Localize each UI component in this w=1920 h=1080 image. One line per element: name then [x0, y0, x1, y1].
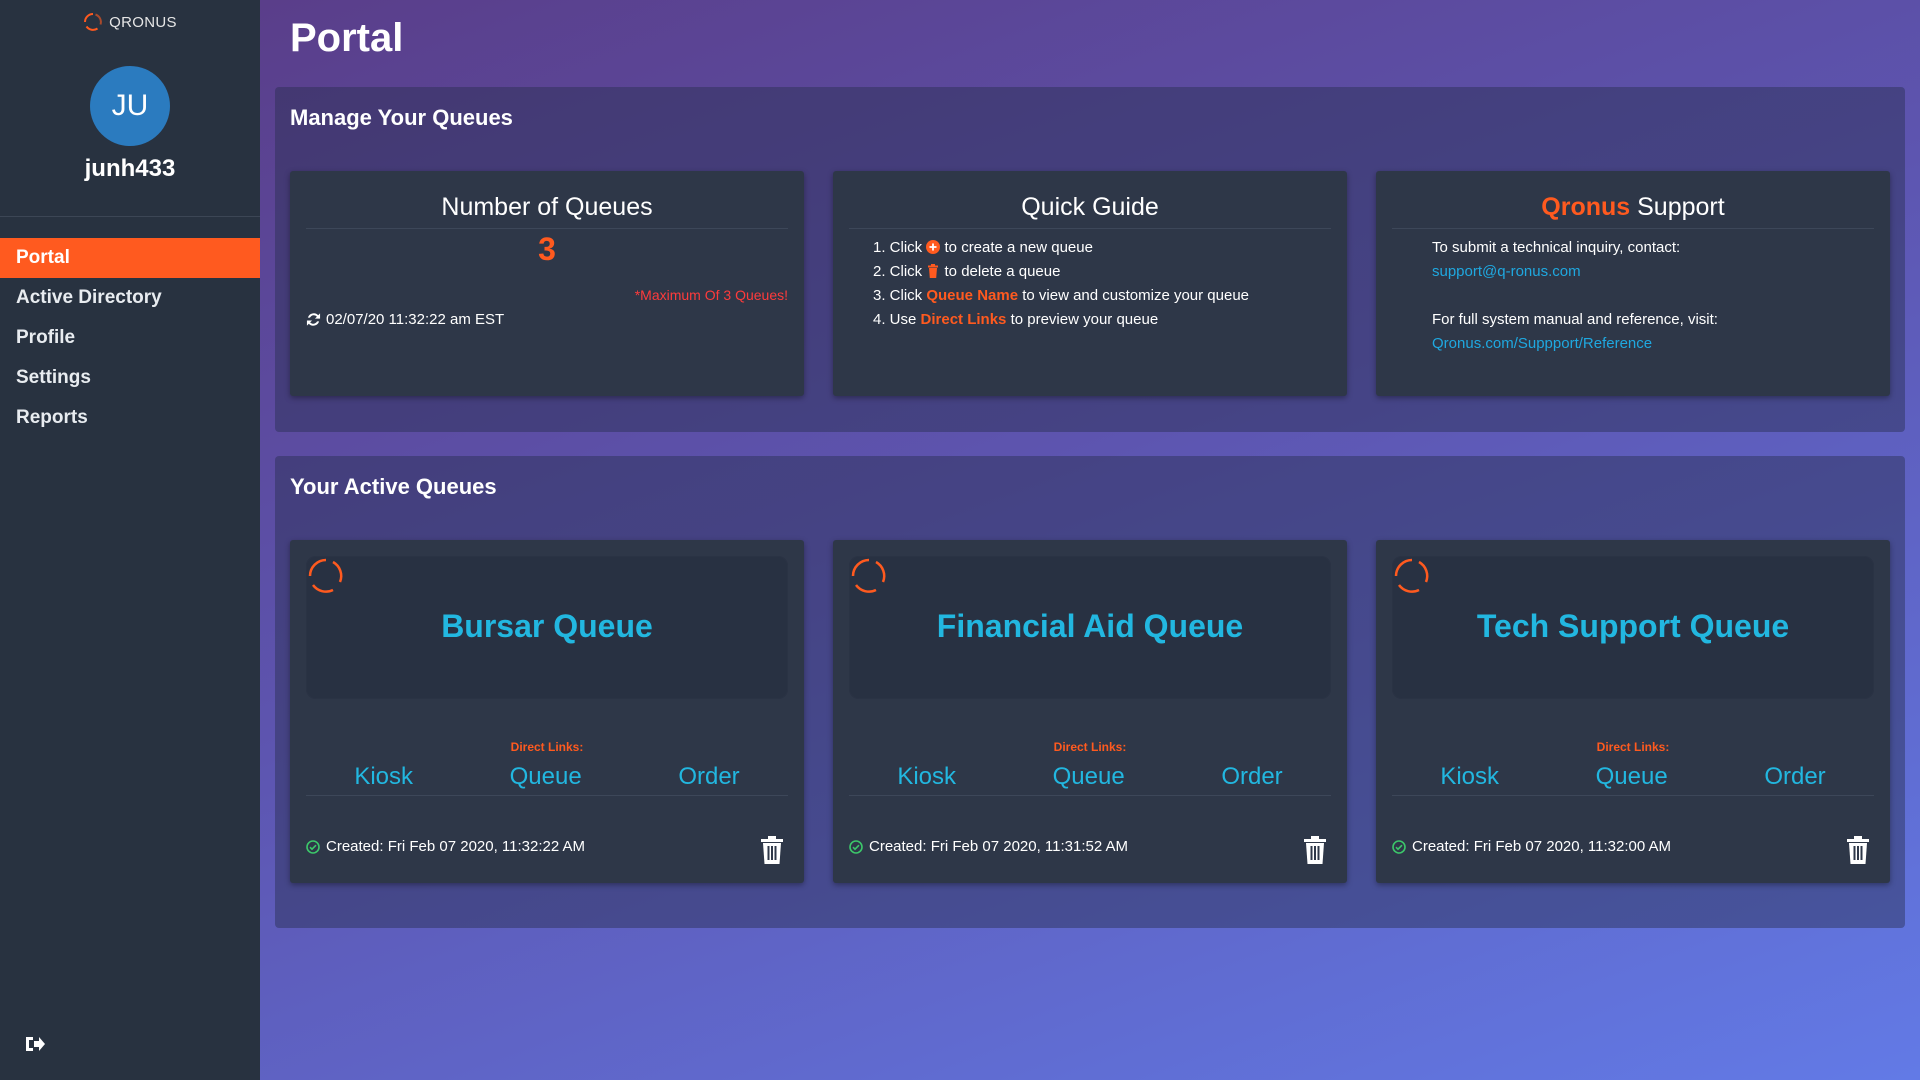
created-info: Created: Fri Feb 07 2020, 11:32:00 AM	[1392, 838, 1671, 855]
kiosk-link[interactable]: Kiosk	[897, 763, 956, 791]
support-line-2: For full system manual and reference, vi…	[1432, 311, 1718, 328]
queue-link[interactable]: Queue	[1596, 763, 1668, 791]
trash-icon[interactable]	[1846, 836, 1870, 864]
guide-step-3-highlight: Queue Name	[926, 287, 1019, 304]
guide-step-2-post: to delete a queue	[940, 263, 1061, 280]
support-spacer	[1432, 284, 1718, 308]
guide-step-1-post: to create a new queue	[940, 239, 1093, 256]
kiosk-link[interactable]: Kiosk	[1440, 763, 1499, 791]
guide-step-1-pre: 1. Click	[873, 239, 927, 256]
queue-name-link[interactable]: Financial Aid Queue	[849, 608, 1331, 645]
sidebar: QRONUS JU junh433 Portal Active Director…	[0, 0, 260, 1080]
guide-step-4-highlight: Direct Links	[920, 311, 1007, 328]
queue-card-bursar: Bursar Queue Direct Links: Kiosk Queue O…	[290, 540, 804, 883]
sidebar-item-settings[interactable]: Settings	[0, 358, 260, 398]
created-info: Created: Fri Feb 07 2020, 11:32:22 AM	[306, 838, 585, 855]
logout-icon[interactable]	[22, 1032, 46, 1056]
spinner-icon	[1394, 558, 1429, 593]
last-updated: 02/07/20 11:32:22 am EST	[306, 311, 504, 328]
support-reference-link[interactable]: Qronus.com/Suppport/Reference	[1432, 332, 1718, 356]
guide-step-2-pre: 2. Click	[873, 263, 927, 280]
order-link[interactable]: Order	[678, 763, 739, 791]
queue-count-card: Number of Queues 3 *Maximum Of 3 Queues!…	[290, 171, 804, 396]
guide-step-4-post: to preview your queue	[1006, 311, 1159, 328]
created-info: Created: Fri Feb 07 2020, 11:31:52 AM	[849, 838, 1128, 855]
support-email-link[interactable]: support@q-ronus.com	[1432, 260, 1718, 284]
queue-header: Tech Support Queue	[1392, 556, 1874, 699]
guide-step-3: 3. Click Queue Name to view and customiz…	[873, 284, 1249, 308]
trash-icon[interactable]	[1303, 836, 1327, 864]
created-text: Created: Fri Feb 07 2020, 11:32:22 AM	[326, 838, 586, 855]
support-line-1: To submit a technical inquiry, contact:	[1432, 239, 1681, 256]
queue-name-link[interactable]: Bursar Queue	[306, 608, 788, 645]
direct-links-label: Direct Links:	[1053, 740, 1127, 754]
manage-queues-title: Manage Your Queues	[290, 105, 513, 130]
guide-step-4-pre: 4. Use	[873, 311, 921, 328]
direct-links-label: Direct Links:	[510, 740, 584, 754]
guide-step-4: 4. Use Direct Links to preview your queu…	[873, 308, 1249, 332]
support-title-rest: Support	[1630, 193, 1725, 221]
sidebar-item-active-directory[interactable]: Active Directory	[0, 278, 260, 318]
check-circle-icon	[1392, 839, 1406, 854]
queue-header: Financial Aid Queue	[849, 556, 1331, 699]
guide-step-1: 1. Click to create a new queue	[873, 236, 1249, 260]
spinner-icon	[84, 13, 103, 31]
spinner-icon	[308, 558, 343, 593]
avatar[interactable]: JU	[90, 66, 170, 146]
created-text: Created: Fri Feb 07 2020, 11:31:52 AM	[869, 838, 1129, 855]
main-content: Portal Manage Your Queues Number of Queu…	[260, 0, 1920, 1080]
kiosk-link[interactable]: Kiosk	[354, 763, 413, 791]
timestamp-text: 02/07/20 11:32:22 am EST	[326, 311, 505, 328]
sidebar-item-profile[interactable]: Profile	[0, 318, 260, 358]
order-link[interactable]: Order	[1221, 763, 1282, 791]
direct-links-label: Direct Links:	[1596, 740, 1670, 754]
quick-guide-list: 1. Click to create a new queue 2. Click …	[873, 236, 1249, 332]
avatar-initials: JU	[111, 89, 149, 122]
username: junh433	[84, 155, 176, 182]
sidebar-item-portal[interactable]: Portal	[0, 238, 260, 278]
page-title: Portal	[290, 16, 404, 60]
check-circle-icon	[849, 839, 863, 854]
max-queues-note: *Maximum Of 3 Queues!	[634, 287, 788, 303]
sidebar-divider	[0, 216, 260, 217]
quick-guide-title: Quick Guide	[849, 193, 1331, 229]
support-card: Qronus Support To submit a technical inq…	[1376, 171, 1890, 396]
queue-count-title: Number of Queues	[306, 193, 788, 229]
quick-guide-card: Quick Guide 1. Click to create a new que…	[833, 171, 1347, 396]
direct-links: Kiosk Queue Order	[849, 758, 1331, 796]
direct-links: Kiosk Queue Order	[1392, 758, 1874, 796]
support-title: Qronus Support	[1392, 193, 1874, 229]
queue-card-financial-aid: Financial Aid Queue Direct Links: Kiosk …	[833, 540, 1347, 883]
manage-queues-panel: Manage Your Queues Number of Queues 3 *M…	[275, 87, 1905, 432]
brand-logo[interactable]: QRONUS	[0, 12, 260, 32]
queue-card-tech-support: Tech Support Queue Direct Links: Kiosk Q…	[1376, 540, 1890, 883]
order-link[interactable]: Order	[1764, 763, 1825, 791]
guide-step-3-pre: 3. Click	[873, 287, 927, 304]
guide-step-2: 2. Click to delete a queue	[873, 260, 1249, 284]
refresh-icon[interactable]	[306, 312, 321, 327]
support-text: To submit a technical inquiry, contact: …	[1432, 236, 1718, 356]
queue-link[interactable]: Queue	[510, 763, 582, 791]
sidebar-item-reports[interactable]: Reports	[0, 398, 260, 438]
queue-name-link[interactable]: Tech Support Queue	[1392, 608, 1874, 645]
spinner-icon	[851, 558, 886, 593]
guide-step-3-post: to view and customize your queue	[1018, 287, 1250, 304]
support-title-brand: Qronus	[1541, 193, 1631, 221]
trash-icon[interactable]	[760, 836, 784, 864]
active-queues-panel: Your Active Queues Bursar Queue Direct L…	[275, 456, 1905, 928]
sidebar-nav: Portal Active Directory Profile Settings…	[0, 238, 260, 438]
plus-circle-icon	[926, 240, 941, 254]
queue-link[interactable]: Queue	[1053, 763, 1125, 791]
check-circle-icon	[306, 839, 320, 854]
active-queues-title: Your Active Queues	[290, 474, 497, 499]
queue-count-value: 3	[538, 231, 556, 267]
queue-header: Bursar Queue	[306, 556, 788, 699]
trash-icon	[928, 264, 939, 278]
direct-links: Kiosk Queue Order	[306, 758, 788, 796]
created-text: Created: Fri Feb 07 2020, 11:32:00 AM	[1412, 838, 1672, 855]
brand-name: QRONUS	[109, 13, 177, 31]
